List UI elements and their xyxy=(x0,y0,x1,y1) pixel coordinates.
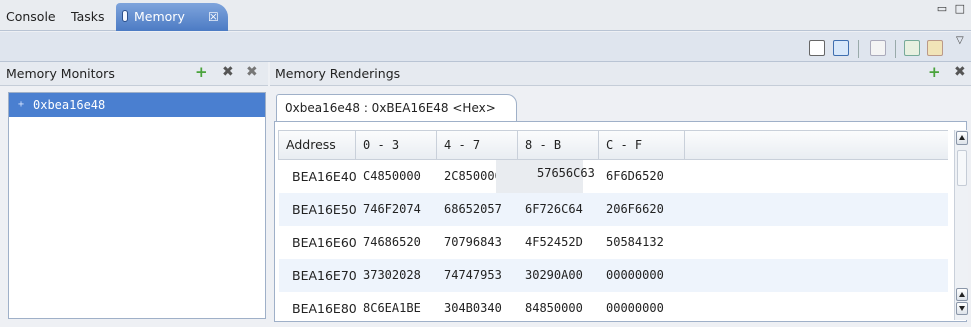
memory-cell[interactable]: 30290A00 xyxy=(525,259,583,292)
memory-cell[interactable]: 70796843 xyxy=(444,226,502,259)
column-header-0-3[interactable]: 0 - 3 xyxy=(356,131,437,159)
minimize-maximize-icons[interactable]: ▭ □ xyxy=(937,2,967,15)
memory-view-icon xyxy=(122,10,128,22)
rendering-tab[interactable]: 0xbea16e48 : 0xBEA16E48 <Hex> xyxy=(276,94,517,121)
monitor-bullet-icon: + xyxy=(18,99,25,110)
monitor-address: 0xbea16e48 xyxy=(33,98,106,112)
view-menu-icon[interactable]: ▽ xyxy=(956,35,964,46)
remove-all-monitors-icon[interactable]: ✖ xyxy=(246,65,258,80)
tab-tasks[interactable]: Tasks xyxy=(68,6,108,30)
memory-cell[interactable]: 8C6EA1BE xyxy=(363,292,421,325)
scroll-page-up-arrow-icon[interactable] xyxy=(956,288,968,301)
memory-cell[interactable]: 74686520 xyxy=(363,226,421,259)
memory-monitors-title: Memory Monitors xyxy=(6,66,115,81)
toolbar-separator xyxy=(895,40,896,58)
memory-cell[interactable]: 37302028 xyxy=(363,259,421,292)
memory-cell[interactable]: C4850000 xyxy=(363,160,421,193)
memory-cell[interactable]: 84850000 xyxy=(525,292,583,325)
memory-cell[interactable]: 57656C63 xyxy=(537,157,595,190)
column-header-4-7[interactable]: 4 - 7 xyxy=(437,131,518,159)
toggle-split-pane-icon[interactable] xyxy=(904,40,920,56)
tab-console[interactable]: Console xyxy=(3,6,59,30)
tab-memory[interactable]: Memory ☒ xyxy=(116,3,228,31)
row-address: BEA16E70 xyxy=(292,268,357,283)
memory-cell[interactable]: 50584132 xyxy=(606,226,664,259)
row-address: BEA16E60 xyxy=(292,235,357,250)
view-tab-bar: Console Tasks Memory ☒ ▭ □ xyxy=(0,0,971,31)
scrollbar-thumb[interactable] xyxy=(957,150,967,186)
add-rendering-icon[interactable]: + xyxy=(928,65,941,80)
row-address: BEA16E40 xyxy=(292,169,357,184)
tab-memory-label: Memory xyxy=(134,9,185,24)
column-header-8-b[interactable]: 8 - B xyxy=(518,131,599,159)
memory-cell[interactable]: 6F6D6520 xyxy=(606,160,664,193)
vertical-scrollbar[interactable] xyxy=(954,130,968,320)
row-address: BEA16E50 xyxy=(292,202,357,217)
memory-cell[interactable]: 00000000 xyxy=(606,259,664,292)
memory-cell[interactable]: 304B0340 xyxy=(444,292,502,325)
new-rendering-icon[interactable] xyxy=(809,40,825,56)
memory-monitors-list[interactable]: + 0xbea16e48 xyxy=(8,92,266,319)
export-icon[interactable] xyxy=(833,40,849,56)
memory-cell[interactable]: 2C850000 xyxy=(444,160,502,193)
list-item[interactable]: + 0xbea16e48 xyxy=(9,93,265,117)
memory-renderings-header: Memory Renderings + ✖ xyxy=(270,62,971,86)
scroll-down-arrow-icon[interactable] xyxy=(956,302,968,315)
memory-cell[interactable]: 206F6620 xyxy=(606,193,664,226)
table-row: BEA16E60 74686520 70796843 4F52452D 5058… xyxy=(279,226,948,259)
view-toolbar: ▽ xyxy=(0,32,971,62)
memory-cell[interactable]: 74747953 xyxy=(444,259,502,292)
column-header-address[interactable]: Address xyxy=(279,131,356,159)
remove-rendering-icon[interactable]: ✖ xyxy=(954,65,966,80)
table-row: BEA16E40 C4850000 2C850000 57656C63 6F6D… xyxy=(279,160,948,193)
row-address: BEA16E80 xyxy=(292,301,357,316)
remove-monitor-icon[interactable]: ✖ xyxy=(222,65,234,80)
memory-monitors-header: Memory Monitors + ✖ ✖ xyxy=(0,62,268,86)
link-memory-panes-icon[interactable] xyxy=(927,40,943,56)
memory-cell[interactable]: 68652057 xyxy=(444,193,502,226)
table-row: BEA16E70 37302028 74747953 30290A00 0000… xyxy=(279,259,948,292)
memory-cell[interactable]: 4F52452D xyxy=(525,226,583,259)
table-row: BEA16E50 746F2074 68652057 6F726C64 206F… xyxy=(279,193,948,226)
memory-renderings-title: Memory Renderings xyxy=(275,66,401,81)
column-header-c-f[interactable]: C - F xyxy=(599,131,685,159)
table-header: Address 0 - 3 4 - 7 8 - B C - F xyxy=(278,130,948,160)
add-monitor-icon[interactable]: + xyxy=(195,65,208,80)
table-row: BEA16E80 8C6EA1BE 304B0340 84850000 0000… xyxy=(279,292,948,325)
memory-cell[interactable]: 746F2074 xyxy=(363,193,421,226)
scroll-up-arrow-icon[interactable] xyxy=(956,131,968,145)
memory-cell[interactable]: 6F726C64 xyxy=(525,193,583,226)
memory-cell[interactable]: 00000000 xyxy=(606,292,664,325)
toolbar-separator xyxy=(858,40,859,58)
close-tab-icon[interactable]: ☒ xyxy=(208,3,219,31)
switch-memory-view-icon[interactable] xyxy=(870,40,886,56)
